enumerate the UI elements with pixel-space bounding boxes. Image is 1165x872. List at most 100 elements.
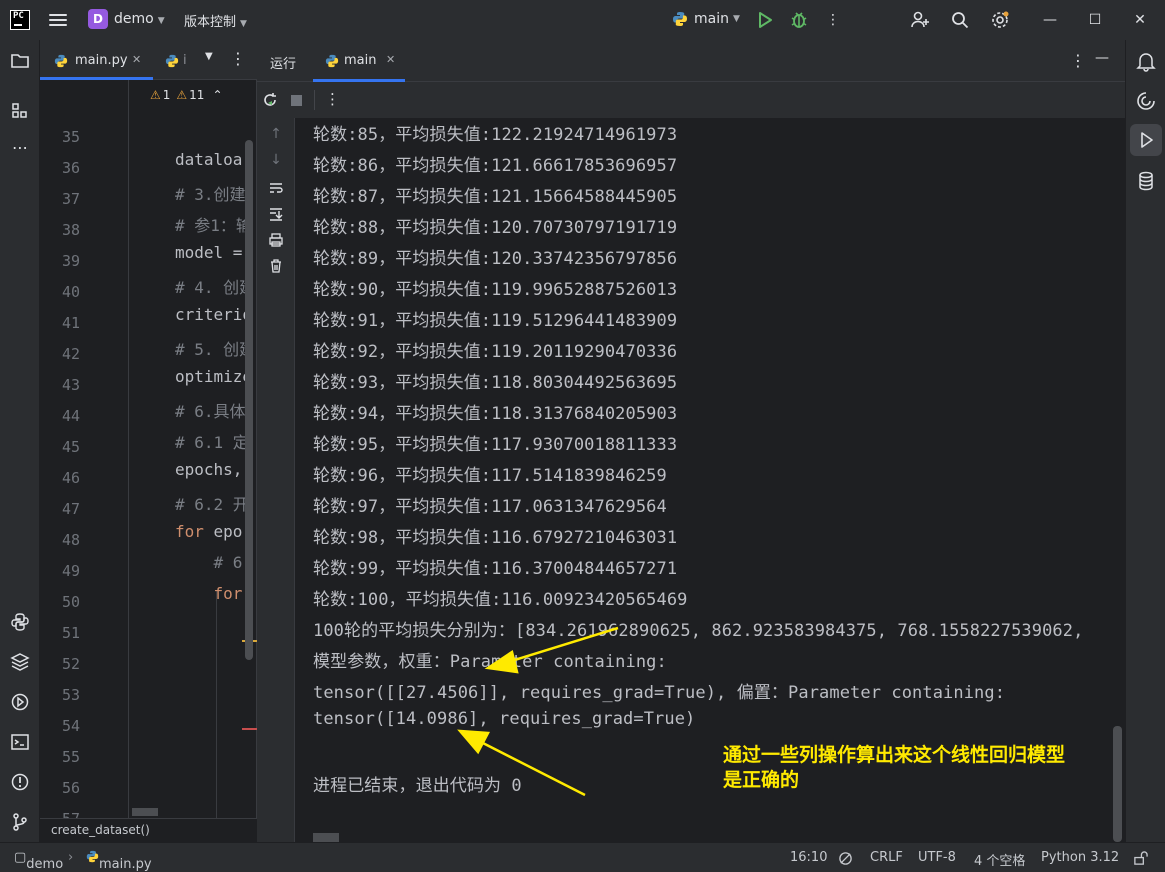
code-line[interactable]: # 6.2 开 xyxy=(175,491,245,515)
git-icon[interactable] xyxy=(10,812,30,832)
status-file[interactable]: main.py xyxy=(86,850,152,872)
rerun-icon[interactable] xyxy=(262,92,278,108)
tab-main-py[interactable]: main.py ✕ xyxy=(40,40,153,80)
services-icon[interactable] xyxy=(10,692,30,712)
code-line[interactable]: epochs, xyxy=(175,460,245,479)
code-line[interactable]: # 4. 创建 xyxy=(175,274,245,298)
python-interpreter[interactable]: Python 3.12 xyxy=(1041,850,1119,865)
chevron-down-icon: ▼ xyxy=(157,16,165,26)
code-line[interactable]: criterio xyxy=(175,305,245,324)
run-icon[interactable] xyxy=(755,10,775,30)
print-icon[interactable] xyxy=(268,232,284,248)
project-folder-icon[interactable] xyxy=(10,51,30,71)
code-line[interactable]: for xyxy=(175,584,245,603)
ai-assistant-icon[interactable] xyxy=(1135,90,1157,112)
run-tab-main[interactable]: main ✕ xyxy=(313,40,405,82)
notifications-bell-icon[interactable] xyxy=(1135,50,1157,72)
code-line[interactable]: optimize xyxy=(175,367,245,386)
tabs-dropdown-icon[interactable]: ▼ xyxy=(205,51,213,62)
terminal-icon[interactable] xyxy=(10,732,30,752)
console-scrollbar[interactable] xyxy=(1113,726,1122,842)
right-tool-strip xyxy=(1125,40,1165,842)
console-line: 轮数:88，平均损失值:120.70730797191719 xyxy=(313,218,678,238)
console-line: 轮数:97，平均损失值:117.0631347629564 xyxy=(313,497,667,517)
tab-options-icon[interactable]: ⋮ xyxy=(230,49,246,68)
code-line[interactable]: # 3.创建 xyxy=(175,181,245,205)
chevron-up-icon[interactable]: ⌃ xyxy=(212,88,222,102)
inspection-widget[interactable]: ⚠ 1 ⚠ 11 ⌃ xyxy=(150,88,223,102)
project-badge[interactable]: D xyxy=(88,9,108,29)
line-number: 56 xyxy=(61,779,80,797)
database-icon[interactable] xyxy=(1135,170,1157,192)
stop-icon[interactable] xyxy=(291,95,302,106)
breadcrumb-separator-icon: › xyxy=(68,850,74,865)
code-line[interactable]: for epo xyxy=(175,522,245,541)
python-console-icon[interactable] xyxy=(10,612,30,632)
unlock-icon[interactable] xyxy=(1133,851,1148,866)
code-line[interactable]: model = xyxy=(175,243,245,262)
structure-icon[interactable] xyxy=(10,101,30,121)
run-options-icon[interactable]: ⋮ xyxy=(1070,51,1086,70)
close-tab-icon[interactable]: ✕ xyxy=(132,53,141,66)
maximize-button[interactable]: ☐ xyxy=(1085,10,1105,30)
vcs-menu[interactable]: 版本控制 ▼ xyxy=(184,11,247,30)
editor-tab-bar: main.py ✕ i ▼ ⋮ xyxy=(40,40,257,80)
project-switcher[interactable]: demo ▼ xyxy=(114,11,165,27)
hide-panel-icon[interactable]: — xyxy=(1095,50,1109,66)
annotation-line-1: 通过一些列操作算出来这个线性回归模型 xyxy=(723,744,1066,766)
status-project[interactable]: ▢ demo xyxy=(14,850,63,872)
problems-icon[interactable] xyxy=(10,772,30,792)
active-tab-indicator xyxy=(40,77,153,80)
add-user-icon[interactable] xyxy=(910,10,930,30)
title-bar: PC D demo ▼ 版本控制 ▼ main ▼ ⋮ — ☐ ✕ xyxy=(0,0,1165,40)
code-line[interactable]: # 5. 创建 xyxy=(175,336,245,360)
python-packages-icon[interactable] xyxy=(10,652,30,672)
console-line: 轮数:89，平均损失值:120.33742356797856 xyxy=(313,249,678,269)
console-output[interactable]: 轮数:85，平均损失值:122.21924714961973 轮数:86，平均损失… xyxy=(295,118,1125,842)
editor-scrollbar[interactable] xyxy=(245,140,253,660)
code-line[interactable]: dataloa xyxy=(175,150,245,169)
settings-gear-icon[interactable] xyxy=(990,10,1010,30)
line-number: 54 xyxy=(61,717,80,735)
file-encoding[interactable]: UTF-8 xyxy=(918,850,956,865)
annotation-text: 通过一些列操作算出来这个线性回归模型 是正确的 xyxy=(723,743,1065,793)
line-number: 38 xyxy=(61,221,80,239)
line-number: 40 xyxy=(61,283,80,301)
close-tab-icon[interactable]: ✕ xyxy=(386,53,395,66)
code-line[interactable]: # 6.具体 xyxy=(175,398,245,422)
annotation-line-2: 是正确的 xyxy=(723,769,800,791)
console-cursor xyxy=(313,833,339,842)
more-tools-icon[interactable]: ⋯ xyxy=(10,138,30,158)
main-menu-icon[interactable] xyxy=(48,11,68,29)
editor-horizontal-scrollbar[interactable] xyxy=(132,808,158,816)
debug-icon[interactable] xyxy=(789,10,809,30)
no-lock-icon[interactable] xyxy=(838,851,853,866)
arrow-up-icon[interactable]: ↑ xyxy=(268,126,284,142)
soft-wrap-icon[interactable] xyxy=(268,180,284,196)
code-line[interactable]: # 6 xyxy=(175,553,245,572)
more-run-actions-icon[interactable]: ⋮ xyxy=(325,90,340,108)
line-number: 35 xyxy=(61,128,80,146)
weak-warning-count: 11 xyxy=(189,88,205,102)
more-actions-icon[interactable]: ⋮ xyxy=(823,10,843,30)
breadcrumb[interactable]: create_dataset() xyxy=(40,818,257,842)
console-line: tensor([14.0986], requires_grad=True) xyxy=(313,709,696,729)
line-number: 52 xyxy=(61,655,80,673)
cursor-position[interactable]: 16:10 xyxy=(790,850,827,865)
line-number: 42 xyxy=(61,345,80,363)
run-panel-icon[interactable] xyxy=(1135,129,1157,151)
line-number: 36 xyxy=(61,159,80,177)
run-config-selector[interactable]: main ▼ xyxy=(672,11,740,27)
pycharm-logo[interactable]: PC xyxy=(10,10,30,30)
arrow-down-icon[interactable]: ↓ xyxy=(268,152,284,168)
minimize-button[interactable]: — xyxy=(1040,10,1060,30)
console-line: 轮数:98，平均损失值:116.67927210463031 xyxy=(313,528,678,548)
indent-setting[interactable]: 4 个空格 xyxy=(974,850,1025,869)
close-window-button[interactable]: ✕ xyxy=(1130,10,1150,30)
line-ending[interactable]: CRLF xyxy=(870,850,903,865)
search-icon[interactable] xyxy=(950,10,970,30)
code-line[interactable]: # 参1：输 xyxy=(175,212,245,236)
scroll-to-end-icon[interactable] xyxy=(268,206,284,222)
code-line[interactable]: # 6.1 定 xyxy=(175,429,245,453)
trash-icon[interactable] xyxy=(268,258,284,274)
